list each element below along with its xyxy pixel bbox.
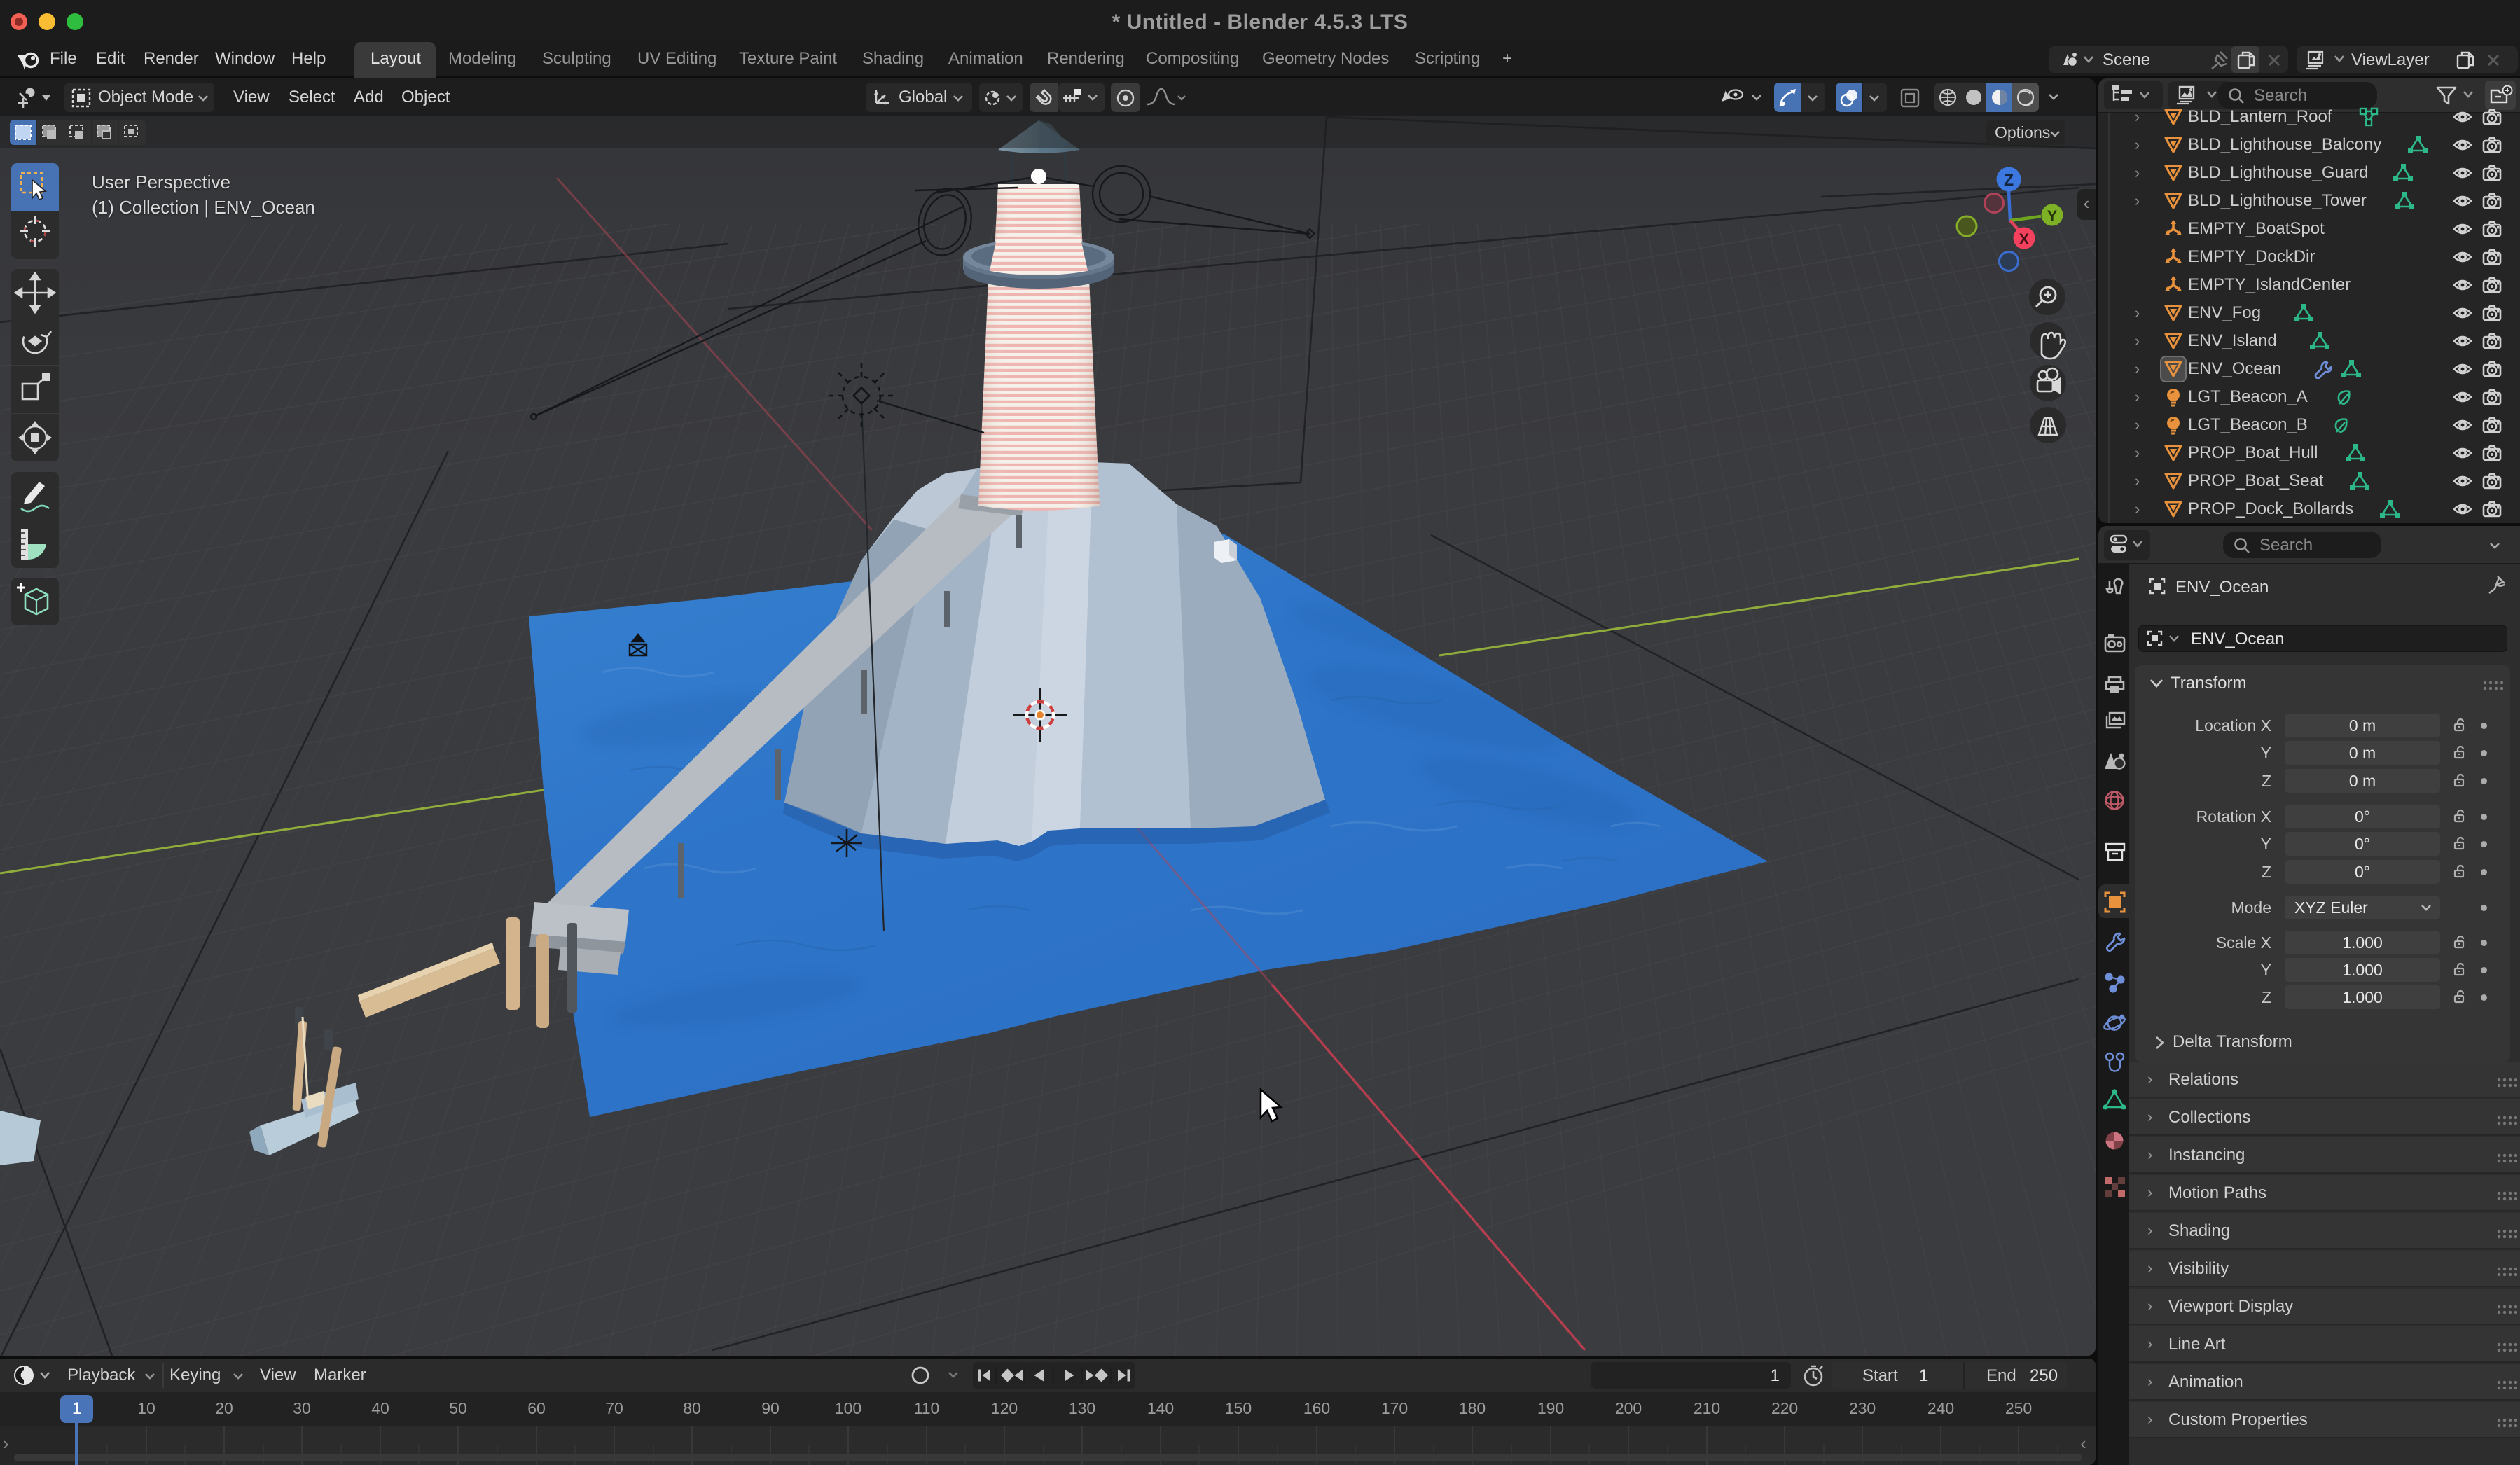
svg-text:X: X <box>2019 230 2030 248</box>
svg-text:Y: Y <box>2047 207 2058 225</box>
svg-text:Z: Z <box>2004 171 2014 189</box>
svg-text:›: › <box>3 1433 9 1454</box>
svg-text:‹: ‹ <box>2080 1433 2086 1454</box>
